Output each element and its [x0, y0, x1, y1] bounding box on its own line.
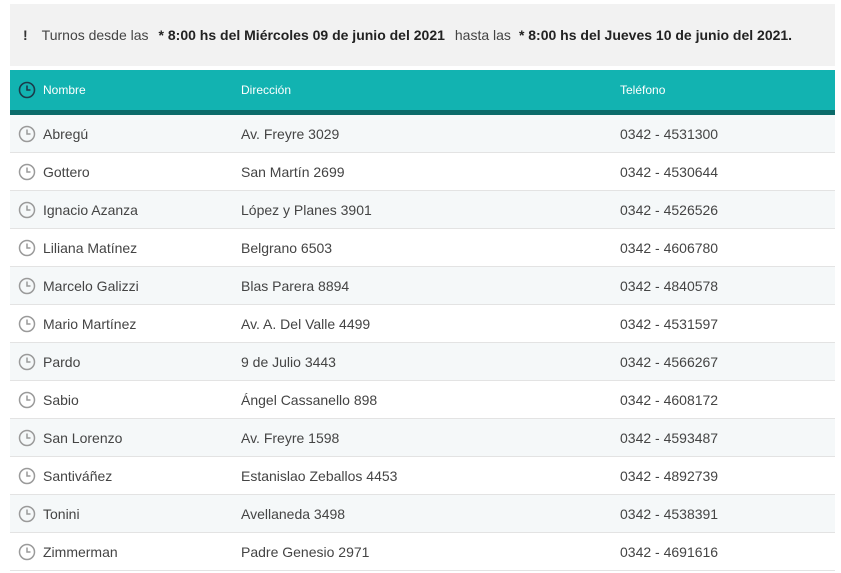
table-row: Pardo 9 de Julio 3443 0342 - 4566267	[10, 343, 835, 381]
pharmacy-name: Zimmerman	[43, 543, 118, 560]
clock-icon	[18, 467, 36, 484]
name-cell: Pardo	[10, 353, 241, 371]
name-cell: Ignacio Azanza	[10, 201, 241, 219]
pharmacy-name: Mario Martínez	[43, 315, 137, 332]
name-cell: Marcelo Galizzi	[10, 277, 241, 295]
clock-icon	[18, 163, 36, 180]
table-row: Ignacio Azanza López y Planes 3901 0342 …	[10, 191, 835, 229]
name-cell: Tonini	[10, 505, 241, 523]
table-row: Gottero San Martín 2699 0342 - 4530644	[10, 153, 835, 191]
pharmacy-address: López y Planes 3901	[241, 201, 372, 218]
notice-prefix: Turnos desde las	[41, 27, 149, 43]
pharmacy-address: Ángel Cassanello 898	[241, 391, 378, 408]
alert-icon: !	[23, 27, 28, 43]
table-row: Sabio Ángel Cassanello 898 0342 - 460817…	[10, 381, 835, 419]
pharmacy-phone: 0342 - 4538391	[620, 505, 719, 522]
pharmacy-phone: 0342 - 4526526	[620, 201, 719, 218]
header-address: Dirección	[241, 83, 292, 97]
clock-icon	[18, 125, 36, 142]
pharmacy-phone: 0342 - 4691616	[620, 543, 719, 560]
table-header: Nombre Dirección Teléfono	[10, 70, 835, 115]
table-row: Marcelo Galizzi Blas Parera 8894 0342 - …	[10, 267, 835, 305]
notice-middle: hasta las	[454, 27, 511, 43]
header-name: Nombre	[43, 83, 86, 97]
pharmacy-name: Liliana Matínez	[43, 239, 138, 256]
clock-icon	[18, 543, 36, 560]
clock-icon	[18, 239, 36, 256]
pharmacy-address: 9 de Julio 3443	[241, 353, 336, 370]
pharmacy-phone: 0342 - 4531300	[620, 125, 719, 142]
clock-icon	[18, 391, 36, 408]
pharmacy-address: Belgrano 6503	[241, 239, 333, 256]
pharmacy-name: San Lorenzo	[43, 429, 123, 446]
pharmacy-address: Avellaneda 3498	[241, 505, 346, 522]
table-row: Zimmerman Padre Genesio 2971 0342 - 4691…	[10, 533, 835, 571]
clock-icon	[18, 505, 36, 522]
clock-icon	[18, 353, 36, 370]
pharmacy-name: Sabio	[43, 391, 79, 408]
name-cell: Abregú	[10, 125, 241, 143]
table-row: Santiváñez Estanislao Zeballos 4453 0342…	[10, 457, 835, 495]
pharmacy-name: Pardo	[43, 353, 81, 370]
header-name-cell: Nombre	[10, 81, 241, 99]
name-cell: San Lorenzo	[10, 429, 241, 447]
pharmacy-phone: 0342 - 4608172	[620, 391, 719, 408]
pharmacy-address: Blas Parera 8894	[241, 277, 350, 294]
pharmacy-address: Padre Genesio 2971	[241, 543, 370, 560]
name-cell: Sabio	[10, 391, 241, 409]
table-row: Mario Martínez Av. A. Del Valle 4499 034…	[10, 305, 835, 343]
notice-from: * 8:00 hs del Miércoles 09 de junio del …	[158, 27, 445, 43]
table-row: Abregú Av. Freyre 3029 0342 - 4531300	[10, 115, 835, 153]
pharmacy-phone: 0342 - 4606780	[620, 239, 719, 256]
pharmacy-phone: 0342 - 4840578	[620, 277, 719, 294]
name-cell: Santiváñez	[10, 467, 241, 485]
pharmacy-address: Av. A. Del Valle 4499	[241, 315, 371, 332]
pharmacy-name: Tonini	[43, 505, 80, 522]
pharmacy-address: San Martín 2699	[241, 163, 345, 180]
pharmacy-table: Nombre Dirección Teléfono Abregú Av. Fre…	[10, 70, 835, 571]
pharmacy-name: Abregú	[43, 125, 89, 142]
name-cell: Liliana Matínez	[10, 239, 241, 257]
pharmacy-name: Gottero	[43, 163, 90, 180]
clock-icon	[18, 81, 36, 99]
pharmacy-phone: 0342 - 4593487	[620, 429, 719, 446]
pharmacy-address: Av. Freyre 3029	[241, 125, 340, 142]
table-row: Liliana Matínez Belgrano 6503 0342 - 460…	[10, 229, 835, 267]
name-cell: Gottero	[10, 163, 241, 181]
notice-to: * 8:00 hs del Jueves 10 de junio del 202…	[518, 27, 793, 43]
clock-icon	[18, 201, 36, 218]
table-body: Abregú Av. Freyre 3029 0342 - 4531300 Go…	[10, 115, 835, 571]
header-phone: Teléfono	[620, 83, 666, 97]
pharmacy-address: Estanislao Zeballos 4453	[241, 467, 398, 484]
pharmacy-phone: 0342 - 4531597	[620, 315, 719, 332]
name-cell: Mario Martínez	[10, 315, 241, 333]
pharmacy-name: Marcelo Galizzi	[43, 277, 139, 294]
schedule-notice: ! Turnos desde las * 8:00 hs del Miércol…	[10, 4, 835, 66]
clock-icon	[18, 315, 36, 332]
pharmacy-phone: 0342 - 4530644	[620, 163, 719, 180]
clock-icon	[18, 429, 36, 446]
name-cell: Zimmerman	[10, 543, 241, 561]
pharmacy-name: Santiváñez	[43, 467, 113, 484]
table-row: Tonini Avellaneda 3498 0342 - 4538391	[10, 495, 835, 533]
pharmacy-phone: 0342 - 4892739	[620, 467, 719, 484]
pharmacy-name: Ignacio Azanza	[43, 201, 138, 218]
table-row: San Lorenzo Av. Freyre 1598 0342 - 45934…	[10, 419, 835, 457]
pharmacy-phone: 0342 - 4566267	[620, 353, 719, 370]
clock-icon	[18, 277, 36, 294]
pharmacy-address: Av. Freyre 1598	[241, 429, 340, 446]
